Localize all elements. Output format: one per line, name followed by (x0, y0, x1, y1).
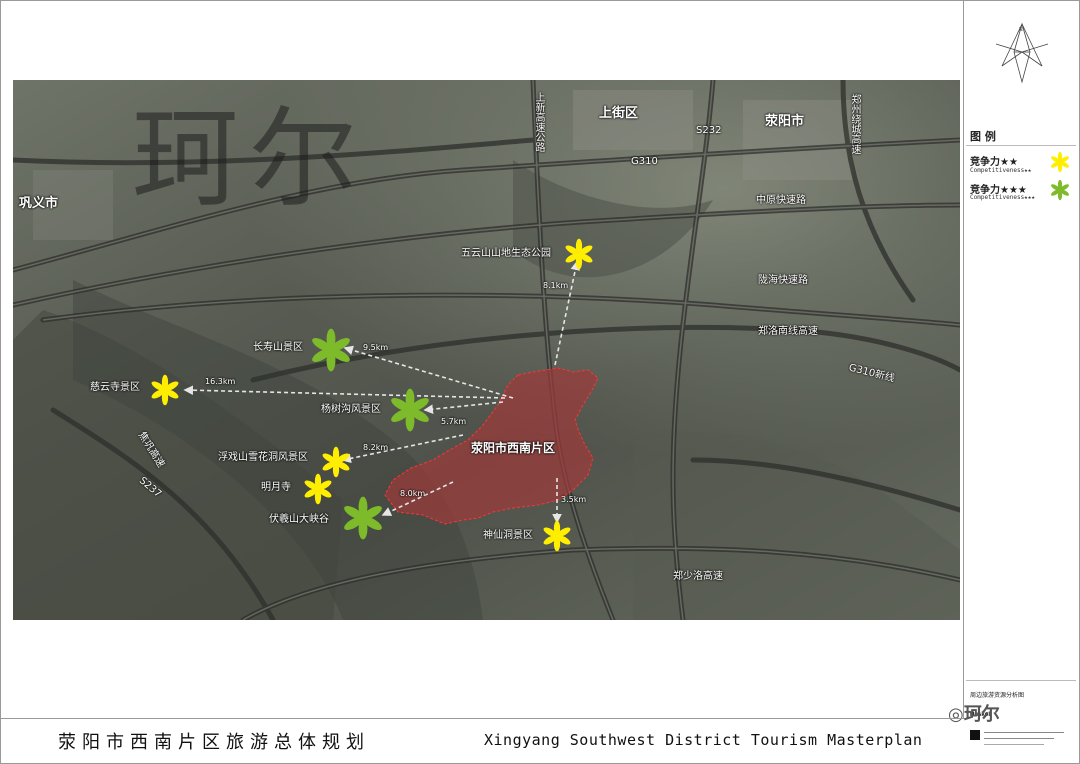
label-yangshugou: 杨树沟风景区 (321, 404, 381, 415)
titleblock-drawing-name: 周边旅游资源分析图 (970, 692, 1025, 699)
label-road-shangxin: 上新高速公路 (533, 92, 544, 152)
footer-title-cn: 荥阳市西南片区旅游总体规划 (58, 732, 370, 753)
label-road-zhengshaoluo: 郑少洛高速 (673, 571, 723, 582)
titleblock-line-2 (984, 738, 1054, 739)
distance-canyon: 8.0km (400, 489, 426, 498)
label-fuxishan-canyon: 伏羲山大峡谷 (269, 514, 329, 525)
label-wuyunshan: 五云山山地生态公园 (461, 248, 551, 259)
distance-changshou: 9.5km (363, 343, 389, 352)
poi-marker-shenxiandong[interactable] (541, 520, 573, 552)
watermark-text: 珂尔 (131, 97, 368, 222)
titleblock-line-3 (984, 744, 1044, 745)
label-ciyunsi: 慈云寺景区 (90, 382, 140, 393)
label-fuxishan: 浮戏山雪花洞风景区 (218, 452, 308, 463)
titleblock-line (984, 732, 1064, 733)
distance-wuyun: 8.1km (543, 281, 569, 290)
poi-marker-changshoushan[interactable] (309, 328, 353, 372)
green-asterisk-icon (1051, 179, 1069, 201)
label-mingyuesi: 明月寺 (261, 482, 291, 493)
label-gongyi: 巩义市 (19, 196, 59, 211)
footer-divider (0, 718, 964, 719)
north-arrow-icon: N (995, 22, 1049, 84)
poi-marker-ciyunsi[interactable] (149, 374, 181, 406)
distance-ciyun: 16.3km (205, 377, 236, 386)
distance-fuxi: 8.2km (363, 443, 389, 452)
satellite-map[interactable]: 珂尔 巩义市 上街区 荥阳市 上新高速公路 郑州绕城高速 S232 G310 中… (13, 80, 960, 620)
legend-item1-sublabel: Competitiveness★★ (970, 167, 1032, 174)
label-road-zhongyuan: 中原快速路 (756, 195, 806, 206)
label-road-longhai: 陇海快速路 (758, 275, 808, 286)
label-shangjie: 上街区 (599, 106, 639, 121)
svg-text:N: N (1019, 27, 1023, 33)
label-road-zhengluo-south: 郑洛南线高速 (758, 326, 818, 337)
label-district: 荥阳市西南片区 (471, 441, 556, 455)
company-mark-icon (970, 730, 980, 740)
poi-marker-yangshugou[interactable] (388, 388, 432, 432)
label-road-s232: S232 (696, 125, 722, 136)
sidebar-panel (963, 0, 1080, 718)
yellow-asterisk-icon (1051, 151, 1069, 173)
label-shenxiandong: 神仙洞景区 (483, 530, 533, 541)
wechat-icon: ◎ (948, 704, 964, 725)
distance-shenxian: 3.5km (561, 495, 587, 504)
legend-item1-label: 竞争力★★ (970, 157, 1018, 168)
poi-marker-mingyuesi[interactable] (302, 473, 334, 505)
label-road-g310: G310 (631, 156, 658, 167)
distance-yangshu: 5.7km (441, 417, 467, 426)
label-changshoushan: 长寿山景区 (253, 342, 303, 353)
label-xingyang: 荥阳市 (765, 114, 805, 129)
wechat-watermark: ◎珂尔 (948, 704, 1000, 725)
poi-marker-wuyunshan[interactable] (563, 238, 595, 270)
legend-divider (966, 145, 1076, 146)
poi-marker-fuxishan-canyon[interactable] (341, 496, 385, 540)
legend-item2-sublabel: Competitiveness★★★ (970, 194, 1036, 201)
titleblock-divider-top (966, 680, 1076, 681)
label-road-zhengzhou-ring: 郑州绕城高速 (849, 94, 860, 154)
footer-title-en: Xingyang Southwest District Tourism Mast… (484, 731, 923, 749)
legend-title: 图 例 (970, 130, 996, 143)
